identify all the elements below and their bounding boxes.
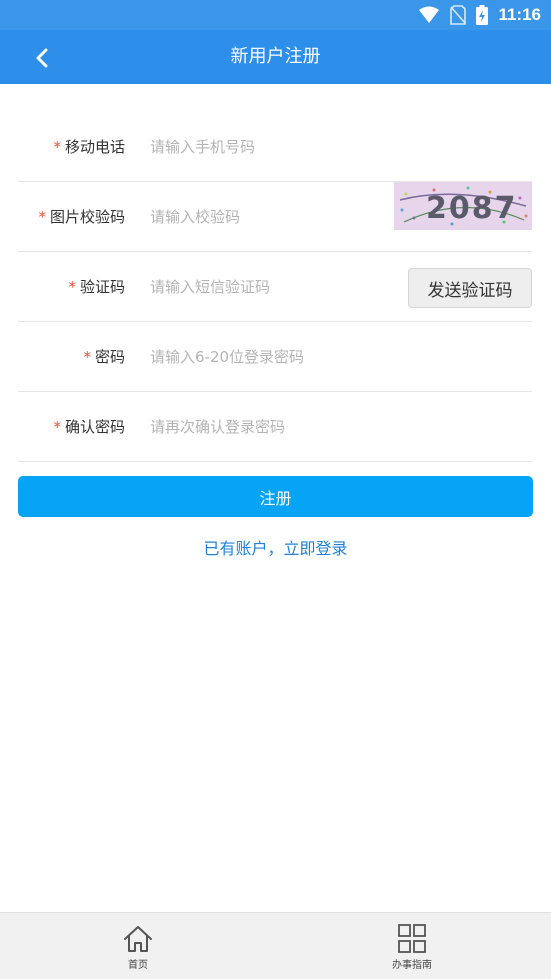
no-sim-icon bbox=[450, 5, 467, 25]
required-mark: * bbox=[38, 208, 46, 226]
send-sms-code-button[interactable]: 发送验证码 bbox=[408, 268, 532, 308]
required-mark: * bbox=[53, 418, 61, 436]
password-label: * 密码 bbox=[18, 322, 125, 392]
captcha-row: *图片校验码 2087 bbox=[18, 182, 532, 252]
home-icon bbox=[124, 925, 152, 952]
status-icons: 11:16 bbox=[418, 4, 541, 26]
grid-icon bbox=[398, 923, 426, 953]
tab-home-label: 首页 bbox=[128, 959, 148, 971]
bottom-tab-bar: 首页 办事指南 bbox=[0, 912, 551, 979]
password-input[interactable] bbox=[150, 340, 400, 374]
confirm-password-input[interactable] bbox=[150, 410, 400, 444]
register-button[interactable]: 注册 bbox=[18, 476, 533, 517]
phone-label: * 移动电话 bbox=[18, 112, 125, 182]
confirm-password-row: * 确认密码 bbox=[18, 392, 532, 462]
sms-label: * 验证码 bbox=[18, 252, 125, 322]
confirm-password-label: * 确认密码 bbox=[18, 392, 125, 462]
sms-label-text: 验证码 bbox=[79, 278, 125, 296]
captcha-image[interactable]: 2087 bbox=[394, 182, 532, 230]
tab-guide-label: 办事指南 bbox=[392, 959, 432, 971]
captcha-input[interactable] bbox=[150, 200, 400, 234]
captcha-label: * 图片校验码 bbox=[18, 182, 125, 252]
password-row: * 密码 bbox=[18, 322, 532, 392]
sms-code-input[interactable] bbox=[150, 270, 400, 304]
confirm-password-label-text: 确认密码 bbox=[64, 418, 125, 436]
app-bar: 新用户注册 bbox=[0, 30, 551, 84]
required-mark: * bbox=[83, 348, 91, 366]
tab-guide[interactable]: 办事指南 bbox=[352, 913, 472, 979]
required-mark: * bbox=[68, 278, 76, 296]
login-link[interactable]: 已有账户，立即登录 bbox=[0, 535, 551, 559]
captcha-graphic: 2087 bbox=[394, 182, 532, 230]
tab-home[interactable]: 首页 bbox=[78, 913, 198, 979]
status-bar: 11:16 bbox=[0, 0, 551, 30]
required-mark: * bbox=[53, 138, 61, 156]
battery-charging-icon bbox=[476, 5, 489, 25]
wifi-icon bbox=[419, 6, 440, 23]
status-time: 11:16 bbox=[498, 5, 541, 24]
registration-form: *移动电话 *图片校验码 2087 * bbox=[18, 112, 532, 462]
password-label-text: 密码 bbox=[94, 348, 125, 366]
captcha-text: 2087 bbox=[426, 191, 518, 226]
captcha-label-text: 图片校验码 bbox=[49, 208, 125, 226]
phone-input[interactable] bbox=[150, 130, 400, 164]
phone-row: * 移动电话 bbox=[18, 112, 532, 182]
phone-label-text: 移动电话 bbox=[64, 138, 125, 156]
page-title: 新用户注册 bbox=[230, 46, 321, 67]
